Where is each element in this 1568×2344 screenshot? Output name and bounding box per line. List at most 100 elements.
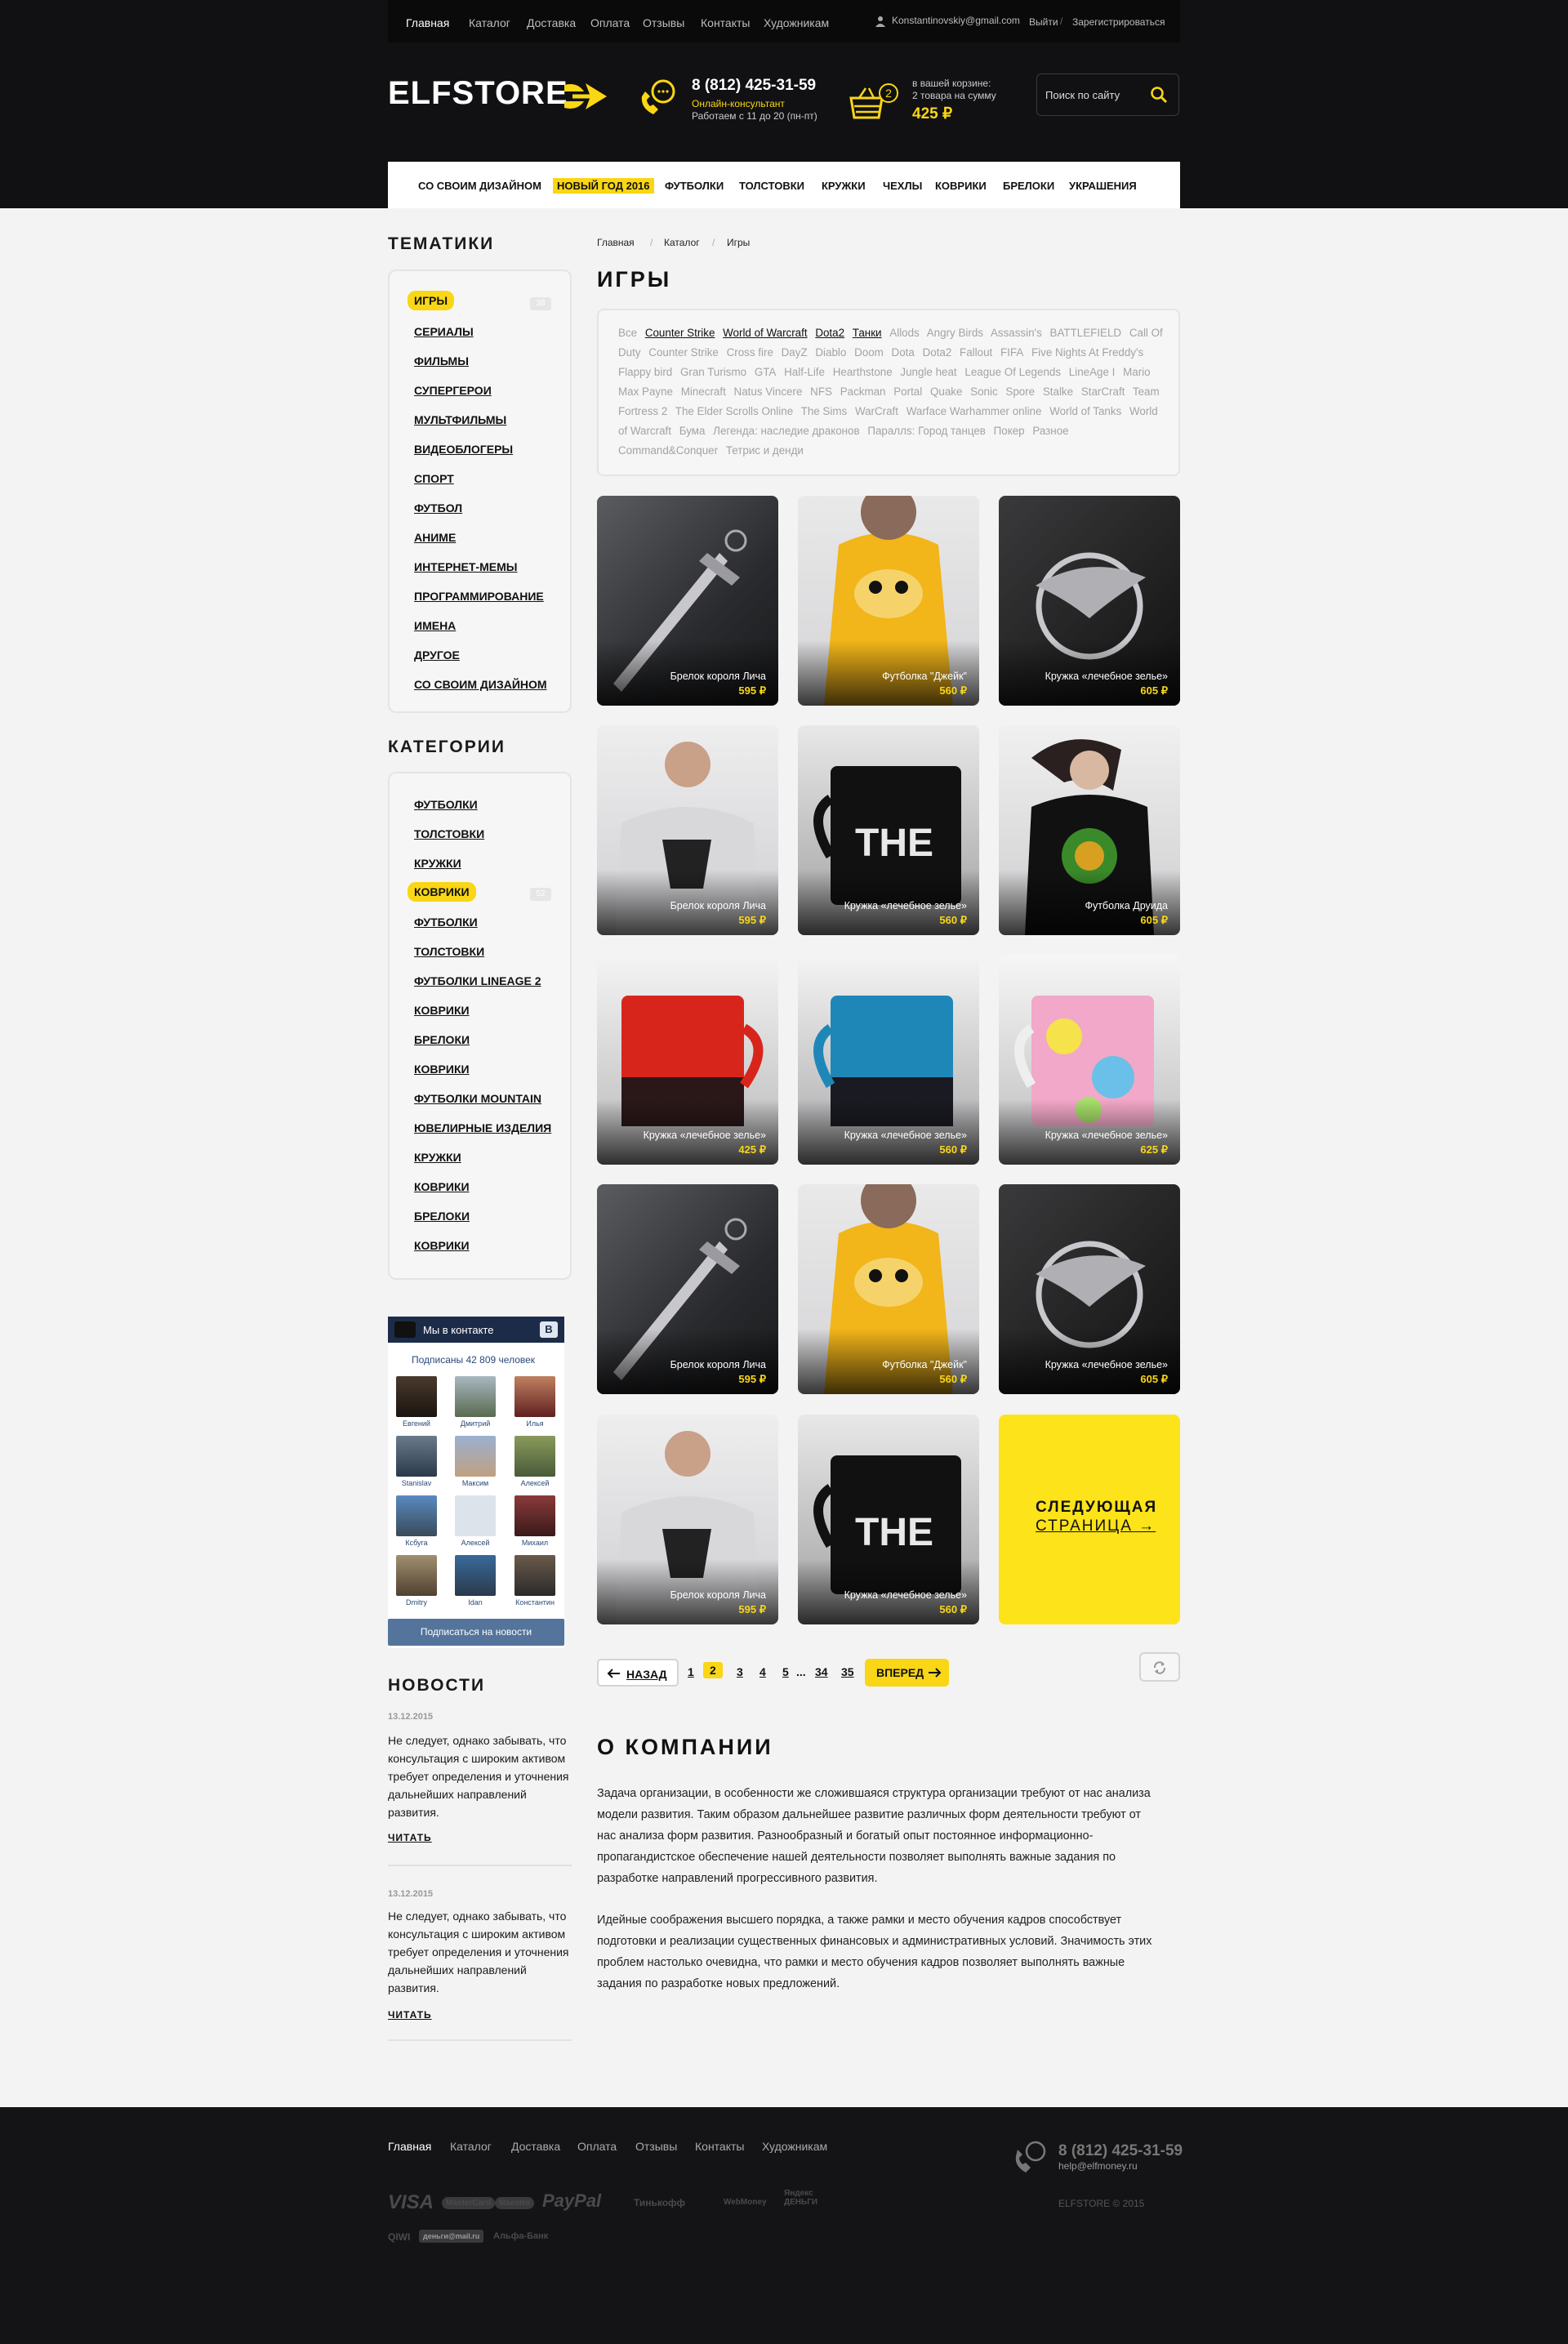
product-card[interactable]: Брелок короля Лича 595 ₽ [597, 1184, 778, 1394]
product-card[interactable]: Футболка "Джейк" 560 ₽ [798, 1184, 979, 1394]
tag-item[interactable]: Half-Life [784, 366, 825, 378]
product-card[interactable]: Кружка «лечебное зелье» 605 ₽ [999, 1184, 1180, 1394]
category-item[interactable]: ТОЛСТОВКИ [414, 827, 484, 840]
search-input[interactable] [1045, 86, 1147, 104]
cart-icon[interactable]: 2 [849, 82, 903, 121]
tag-item[interactable]: Dota2 [815, 327, 844, 339]
next-page-card[interactable]: СЛЕДУЮЩАЯ СТРАНИЦА → [999, 1415, 1180, 1624]
tag-item[interactable]: Fallout [960, 346, 992, 359]
theme-names[interactable]: ИМЕНА [414, 619, 456, 632]
tag-item[interactable]: Mario [1123, 366, 1150, 378]
product-card[interactable]: Брелок короля Лича 595 ₽ [597, 496, 778, 706]
theme-memes[interactable]: ИНТЕРНЕТ-МЕМЫ [414, 560, 517, 573]
tag-item[interactable]: Разное [1032, 425, 1068, 437]
category-item[interactable]: ЮВЕЛИРНЫЕ ИЗДЕЛИЯ [414, 1121, 551, 1134]
avatar[interactable] [455, 1555, 496, 1596]
topnav-delivery[interactable]: Доставка [527, 16, 576, 29]
category-item[interactable]: ТОЛСТОВКИ [414, 945, 484, 958]
breadcrumb-catalog[interactable]: Каталог [664, 237, 700, 248]
pagination-forward-button[interactable]: ВПЕРЕД [865, 1659, 949, 1687]
tag-item[interactable]: Gran Turismo [680, 366, 746, 378]
avatar[interactable] [514, 1436, 555, 1477]
avatar[interactable] [396, 1376, 437, 1417]
tag-item[interactable]: Allods [889, 327, 919, 339]
page-current[interactable]: 2 [703, 1662, 723, 1678]
topnav-home[interactable]: Главная [406, 16, 449, 29]
tag-item[interactable]: Packman [840, 385, 886, 398]
avatar[interactable] [396, 1436, 437, 1477]
catbar-cases[interactable]: ЧЕХЛЫ [883, 180, 922, 192]
catbar-hoodies[interactable]: ТОЛСТОВКИ [739, 180, 804, 192]
tag-item[interactable]: Spore [1005, 385, 1035, 398]
product-card[interactable]: Кружка «лечебное зелье» 560 ₽ [798, 955, 979, 1165]
catbar-tshirts[interactable]: ФУТБОЛКИ [665, 180, 724, 192]
vk-header[interactable]: Мы в контакте В [388, 1317, 564, 1343]
theme-series[interactable]: СЕРИАЛЫ [414, 325, 474, 338]
tag-item[interactable]: StarCraft [1081, 385, 1125, 398]
tag-item[interactable]: Бума [679, 425, 706, 437]
tag-item[interactable]: NFS [810, 385, 832, 398]
tag-item[interactable]: World of Warcraft [723, 327, 807, 339]
footer-link-payment[interactable]: Оплата [577, 2140, 617, 2153]
topnav-catalog[interactable]: Каталог [469, 16, 510, 29]
header-phone[interactable]: 8 (812) 425-31-59 [692, 77, 816, 95]
tag-item[interactable]: Angry Birds [927, 327, 983, 339]
catbar-new-year[interactable]: НОВЫЙ ГОД 2016 [553, 178, 654, 194]
footer-link-delivery[interactable]: Доставка [511, 2140, 560, 2153]
theme-anime[interactable]: АНИМЕ [414, 531, 456, 544]
avatar[interactable] [396, 1555, 437, 1596]
tag-item[interactable]: FIFA [1000, 346, 1023, 359]
tag-item[interactable]: League Of Legends [964, 366, 1061, 378]
tag-item[interactable]: LineAge I [1069, 366, 1116, 378]
page-link[interactable]: 34 [815, 1665, 828, 1678]
product-card[interactable]: Брелок короля Лича 595 ₽ [597, 725, 778, 935]
page-link[interactable]: 4 [760, 1665, 766, 1678]
search-box[interactable] [1036, 74, 1179, 116]
tag-item[interactable]: Five Nights At Freddy's [1031, 346, 1143, 359]
theme-cartoons[interactable]: МУЛЬТФИЛЬМЫ [414, 413, 506, 426]
avatar[interactable] [514, 1555, 555, 1596]
tag-item[interactable]: Танки [853, 327, 882, 339]
category-item[interactable]: ФУТБОЛКИ LINEAGE 2 [414, 974, 541, 987]
tag-item[interactable]: BATTLEFIELD [1050, 327, 1122, 339]
product-card[interactable]: Футболка Друида 605 ₽ [999, 725, 1180, 935]
tag-item[interactable]: DayZ [782, 346, 808, 359]
tag-item[interactable]: Command&Conquer [618, 444, 718, 457]
tag-item[interactable]: Counter Strike [648, 346, 719, 359]
tag-item[interactable]: Max Payne [618, 385, 673, 398]
tag-item[interactable]: Jungle heat [900, 366, 956, 378]
camera-placeholder-icon[interactable] [455, 1495, 496, 1536]
product-card[interactable]: Кружка «лечебное зелье» 425 ₽ [597, 955, 778, 1165]
category-item-active[interactable]: КОВРИКИ [408, 882, 476, 902]
footer-email[interactable]: help@elfmoney.ru [1058, 2160, 1138, 2172]
category-item[interactable]: ФУТБОЛКИ [414, 798, 478, 811]
search-icon[interactable] [1150, 86, 1168, 104]
category-item[interactable]: КОВРИКИ [414, 1180, 470, 1193]
logo-arrow-icon[interactable] [561, 77, 610, 116]
catbar-keychains[interactable]: БРЕЛОКИ [1003, 180, 1054, 192]
tag-item[interactable]: The Sims [801, 405, 848, 417]
category-item[interactable]: КРУЖКИ [414, 1151, 461, 1164]
cart-total[interactable]: 425 ₽ [912, 105, 952, 123]
product-card[interactable]: THE Кружка «лечебное зелье» 560 ₽ [798, 725, 979, 935]
topnav-contacts[interactable]: Контакты [701, 16, 750, 29]
tag-item[interactable]: Minecraft [681, 385, 726, 398]
topnav-payment[interactable]: Оплата [590, 16, 630, 29]
topnav-reviews[interactable]: Отзывы [643, 16, 684, 29]
tag-item[interactable]: Diablo [815, 346, 846, 359]
footer-link-catalog[interactable]: Каталог [450, 2140, 492, 2153]
tag-item[interactable]: Warface Warhammer online [906, 405, 1042, 417]
register-link[interactable]: Зарегистрироваться [1072, 16, 1165, 28]
tag-item[interactable]: Cross fire [727, 346, 773, 359]
tag-all[interactable]: Все [618, 327, 637, 339]
footer-link-artists[interactable]: Художникам [762, 2140, 827, 2153]
tag-item[interactable]: Dota2 [923, 346, 952, 359]
topnav-artists[interactable]: Художникам [764, 16, 829, 29]
avatar[interactable] [396, 1495, 437, 1536]
page-link[interactable]: 3 [737, 1665, 743, 1678]
theme-videobloggers[interactable]: ВИДЕОБЛОГЕРЫ [414, 443, 513, 456]
refresh-button[interactable] [1139, 1652, 1180, 1682]
tag-item[interactable]: Portal [893, 385, 922, 398]
catbar-custom-design[interactable]: СО СВОИМ ДИЗАЙНОМ [418, 180, 541, 192]
theme-football[interactable]: ФУТБОЛ [414, 501, 462, 515]
